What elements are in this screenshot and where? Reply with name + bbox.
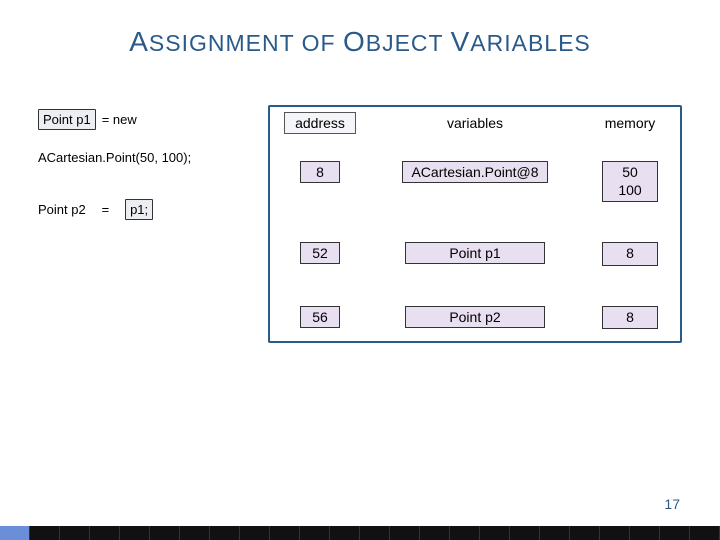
address-cell: 8 [300, 161, 340, 183]
thumbnail-strip [0, 526, 720, 540]
memory-cell: 8 [602, 306, 658, 330]
code-line-1: Point p1 = new [38, 105, 268, 133]
address-cell: 52 [300, 242, 340, 264]
table-header: address variables memory [270, 107, 680, 139]
memory-cell: 50 100 [602, 161, 658, 202]
variable-cell: Point p2 [405, 306, 545, 328]
table-row: 52 Point p1 8 [270, 242, 680, 266]
variable-cell: Point p1 [405, 242, 545, 264]
table-row: 56 Point p2 8 [270, 306, 680, 330]
memory-table: address variables memory 8 ACartesian.Po… [268, 105, 682, 343]
col-variables: variables [370, 115, 580, 131]
code-line-2: ACartesian.Point(50, 100); [38, 143, 268, 171]
code-frag: ACartesian.Point(50, 100); [38, 150, 191, 165]
memory-cell: 8 [602, 242, 658, 266]
code-frag: Point p2 [38, 202, 86, 217]
code-frag: Point p1 [38, 109, 96, 130]
col-memory: memory [580, 115, 680, 131]
code-column: Point p1 = new ACartesian.Point(50, 100)… [38, 105, 268, 343]
variable-cell: ACartesian.Point@8 [402, 161, 547, 183]
address-cell: 56 [300, 306, 340, 328]
col-address: address [270, 115, 370, 131]
table-row: 8 ACartesian.Point@8 50 100 [270, 161, 680, 202]
content-area: Point p1 = new ACartesian.Point(50, 100)… [38, 105, 682, 343]
code-frag: = [102, 202, 110, 217]
slide-title: ASSIGNMENT OF OBJECT VARIABLES [0, 0, 720, 58]
code-frag: p1; [125, 199, 153, 220]
code-frag: = new [102, 112, 137, 127]
page-number: 17 [664, 496, 680, 512]
code-line-3: Point p2 = p1; [38, 195, 268, 223]
